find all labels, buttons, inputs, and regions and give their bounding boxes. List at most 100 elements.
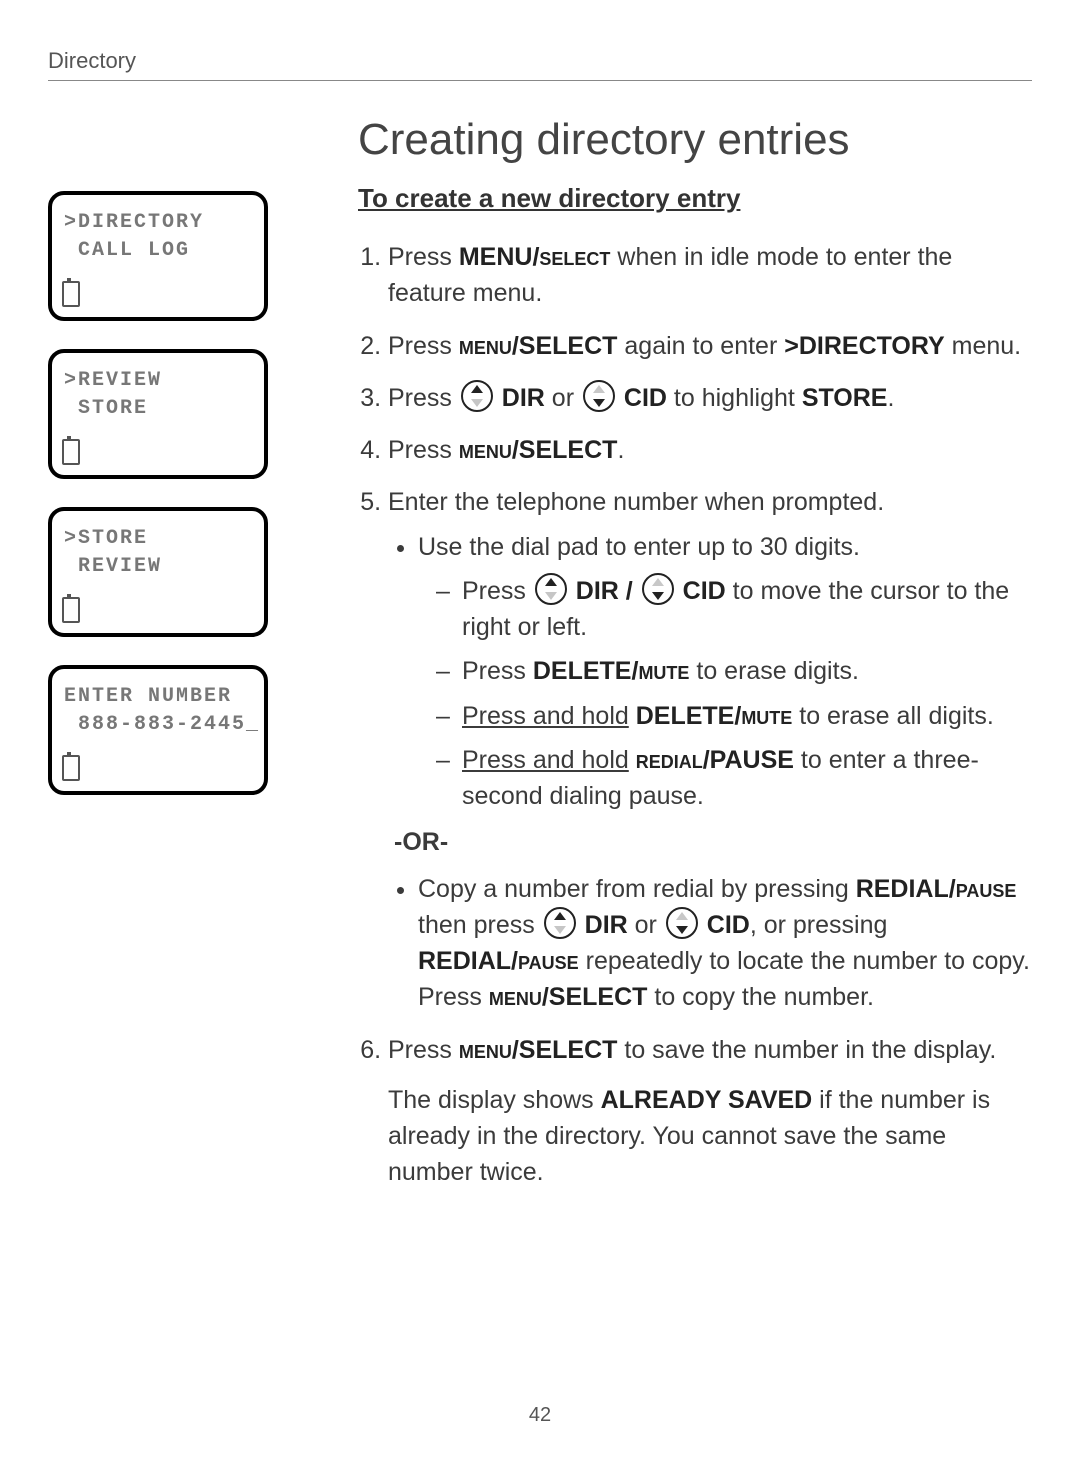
- text: REDIAL/: [856, 875, 956, 903]
- lcd-line: 888-883-2445_: [64, 711, 252, 739]
- step-5-bullet-redial: Copy a number from redial by pressing RE…: [418, 871, 1032, 1016]
- text: Use the dial pad to enter up to 30 digit…: [418, 533, 860, 561]
- step-5-bullet-dialpad: Use the dial pad to enter up to 30 digit…: [418, 529, 1032, 815]
- or-separator: -OR-: [394, 824, 1032, 860]
- text: REDIAL/: [418, 947, 518, 975]
- step-3: Press DIR or CID to highlight STORE.: [388, 380, 1032, 416]
- text: DELETE/: [533, 657, 639, 685]
- step-2: Press menu/SELECT again to enter >DIRECT…: [388, 328, 1032, 364]
- text: /SELECT: [542, 983, 648, 1011]
- manual-page: Directory >DIRECTORY CALL LOG >REVIEW ST…: [0, 0, 1080, 1465]
- text: menu: [489, 983, 542, 1011]
- lcd-line: >REVIEW: [64, 367, 252, 395]
- step-1: Press MENU/select when in idle mode to e…: [388, 239, 1032, 312]
- lcd-panel-review: >REVIEW STORE: [48, 349, 268, 479]
- text: Press and hold: [462, 702, 629, 730]
- text: then press: [418, 911, 542, 939]
- text: mute: [638, 657, 689, 685]
- text: , or pressing: [750, 911, 888, 939]
- text: Press: [388, 436, 459, 464]
- text: Enter the telephone number when prompted…: [388, 488, 884, 516]
- text: to save the number in the display.: [617, 1036, 996, 1064]
- text: to copy the number.: [647, 983, 874, 1011]
- text: select: [539, 243, 610, 271]
- text: DIR: [495, 384, 545, 412]
- text: [629, 746, 636, 774]
- nav-down-icon: [583, 380, 615, 412]
- text: DIR: [578, 911, 628, 939]
- text: >DIRECTORY: [784, 332, 944, 360]
- text: Press: [388, 332, 459, 360]
- step-5-sub-delete: Press DELETE/mute to erase digits.: [462, 653, 1032, 689]
- text: or: [628, 911, 664, 939]
- text: or: [545, 384, 581, 412]
- battery-icon: [62, 597, 80, 623]
- nav-up-icon: [535, 573, 567, 605]
- step-5-sub-delete-all: Press and hold DELETE/mute to erase all …: [462, 698, 1032, 734]
- page-number: 42: [0, 1404, 1080, 1427]
- text: Press: [388, 1036, 459, 1064]
- step-5-sub-cursor: Press DIR / CID to move the cursor to th…: [462, 573, 1032, 646]
- text: Press and hold: [462, 746, 629, 774]
- text: Press: [462, 657, 533, 685]
- text: menu: [459, 332, 512, 360]
- text: ALREADY SAVED: [601, 1086, 813, 1114]
- text: .: [887, 384, 894, 412]
- text: /SELECT: [512, 1036, 618, 1064]
- step-list: Press MENU/select when in idle mode to e…: [358, 239, 1032, 1191]
- text: mute: [741, 702, 792, 730]
- text: menu.: [945, 332, 1021, 360]
- lcd-panels: >DIRECTORY CALL LOG >REVIEW STORE >STORE…: [48, 191, 348, 795]
- text: .: [617, 436, 624, 464]
- lcd-line: STORE: [64, 395, 252, 423]
- text: MENU/: [459, 243, 540, 271]
- text: again to enter: [617, 332, 784, 360]
- text: Press: [462, 577, 533, 605]
- step-4: Press menu/SELECT.: [388, 432, 1032, 468]
- text: CID: [676, 577, 726, 605]
- text: /PAUSE: [703, 746, 794, 774]
- text: CID: [617, 384, 667, 412]
- step-5-sub-pause: Press and hold redial/PAUSE to enter a t…: [462, 742, 1032, 815]
- lcd-line: ENTER NUMBER: [64, 683, 252, 711]
- step-6: Press menu/SELECT to save the number in …: [388, 1032, 1032, 1191]
- content-columns: >DIRECTORY CALL LOG >REVIEW STORE >STORE…: [48, 101, 1032, 1216]
- text: to highlight: [667, 384, 802, 412]
- text: /SELECT: [512, 436, 618, 464]
- text: /SELECT: [512, 332, 618, 360]
- text: STORE: [802, 384, 888, 412]
- text: DIR /: [569, 577, 640, 605]
- page-title: Creating directory entries: [358, 115, 1032, 165]
- step-5: Enter the telephone number when prompted…: [388, 484, 1032, 1015]
- lcd-panel-enter-number: ENTER NUMBER 888-883-2445_: [48, 665, 268, 795]
- text: CID: [700, 911, 750, 939]
- instructions-column: Creating directory entries To create a n…: [348, 101, 1032, 1216]
- text: Press: [388, 243, 459, 271]
- nav-up-icon: [544, 907, 576, 939]
- section-header: Directory: [48, 48, 1032, 81]
- text: redial: [636, 746, 703, 774]
- nav-down-icon: [666, 907, 698, 939]
- nav-down-icon: [642, 573, 674, 605]
- text: menu: [459, 436, 512, 464]
- text: The display shows: [388, 1086, 601, 1114]
- battery-icon: [62, 439, 80, 465]
- page-subtitle: To create a new directory entry: [358, 183, 1032, 214]
- lcd-line: REVIEW: [64, 553, 252, 581]
- text: menu: [459, 1036, 512, 1064]
- text: pause: [956, 875, 1017, 903]
- text: Press: [388, 384, 459, 412]
- battery-icon: [62, 281, 80, 307]
- text: to erase all digits.: [792, 702, 994, 730]
- lcd-panel-directory: >DIRECTORY CALL LOG: [48, 191, 268, 321]
- text: pause: [518, 947, 579, 975]
- lcd-line: >STORE: [64, 525, 252, 553]
- nav-up-icon: [461, 380, 493, 412]
- lcd-line: CALL LOG: [64, 237, 252, 265]
- text: Copy a number from redial by pressing: [418, 875, 856, 903]
- lcd-line: >DIRECTORY: [64, 209, 252, 237]
- lcd-panel-store: >STORE REVIEW: [48, 507, 268, 637]
- battery-icon: [62, 755, 80, 781]
- text: DELETE/: [636, 702, 742, 730]
- text: to erase digits.: [689, 657, 859, 685]
